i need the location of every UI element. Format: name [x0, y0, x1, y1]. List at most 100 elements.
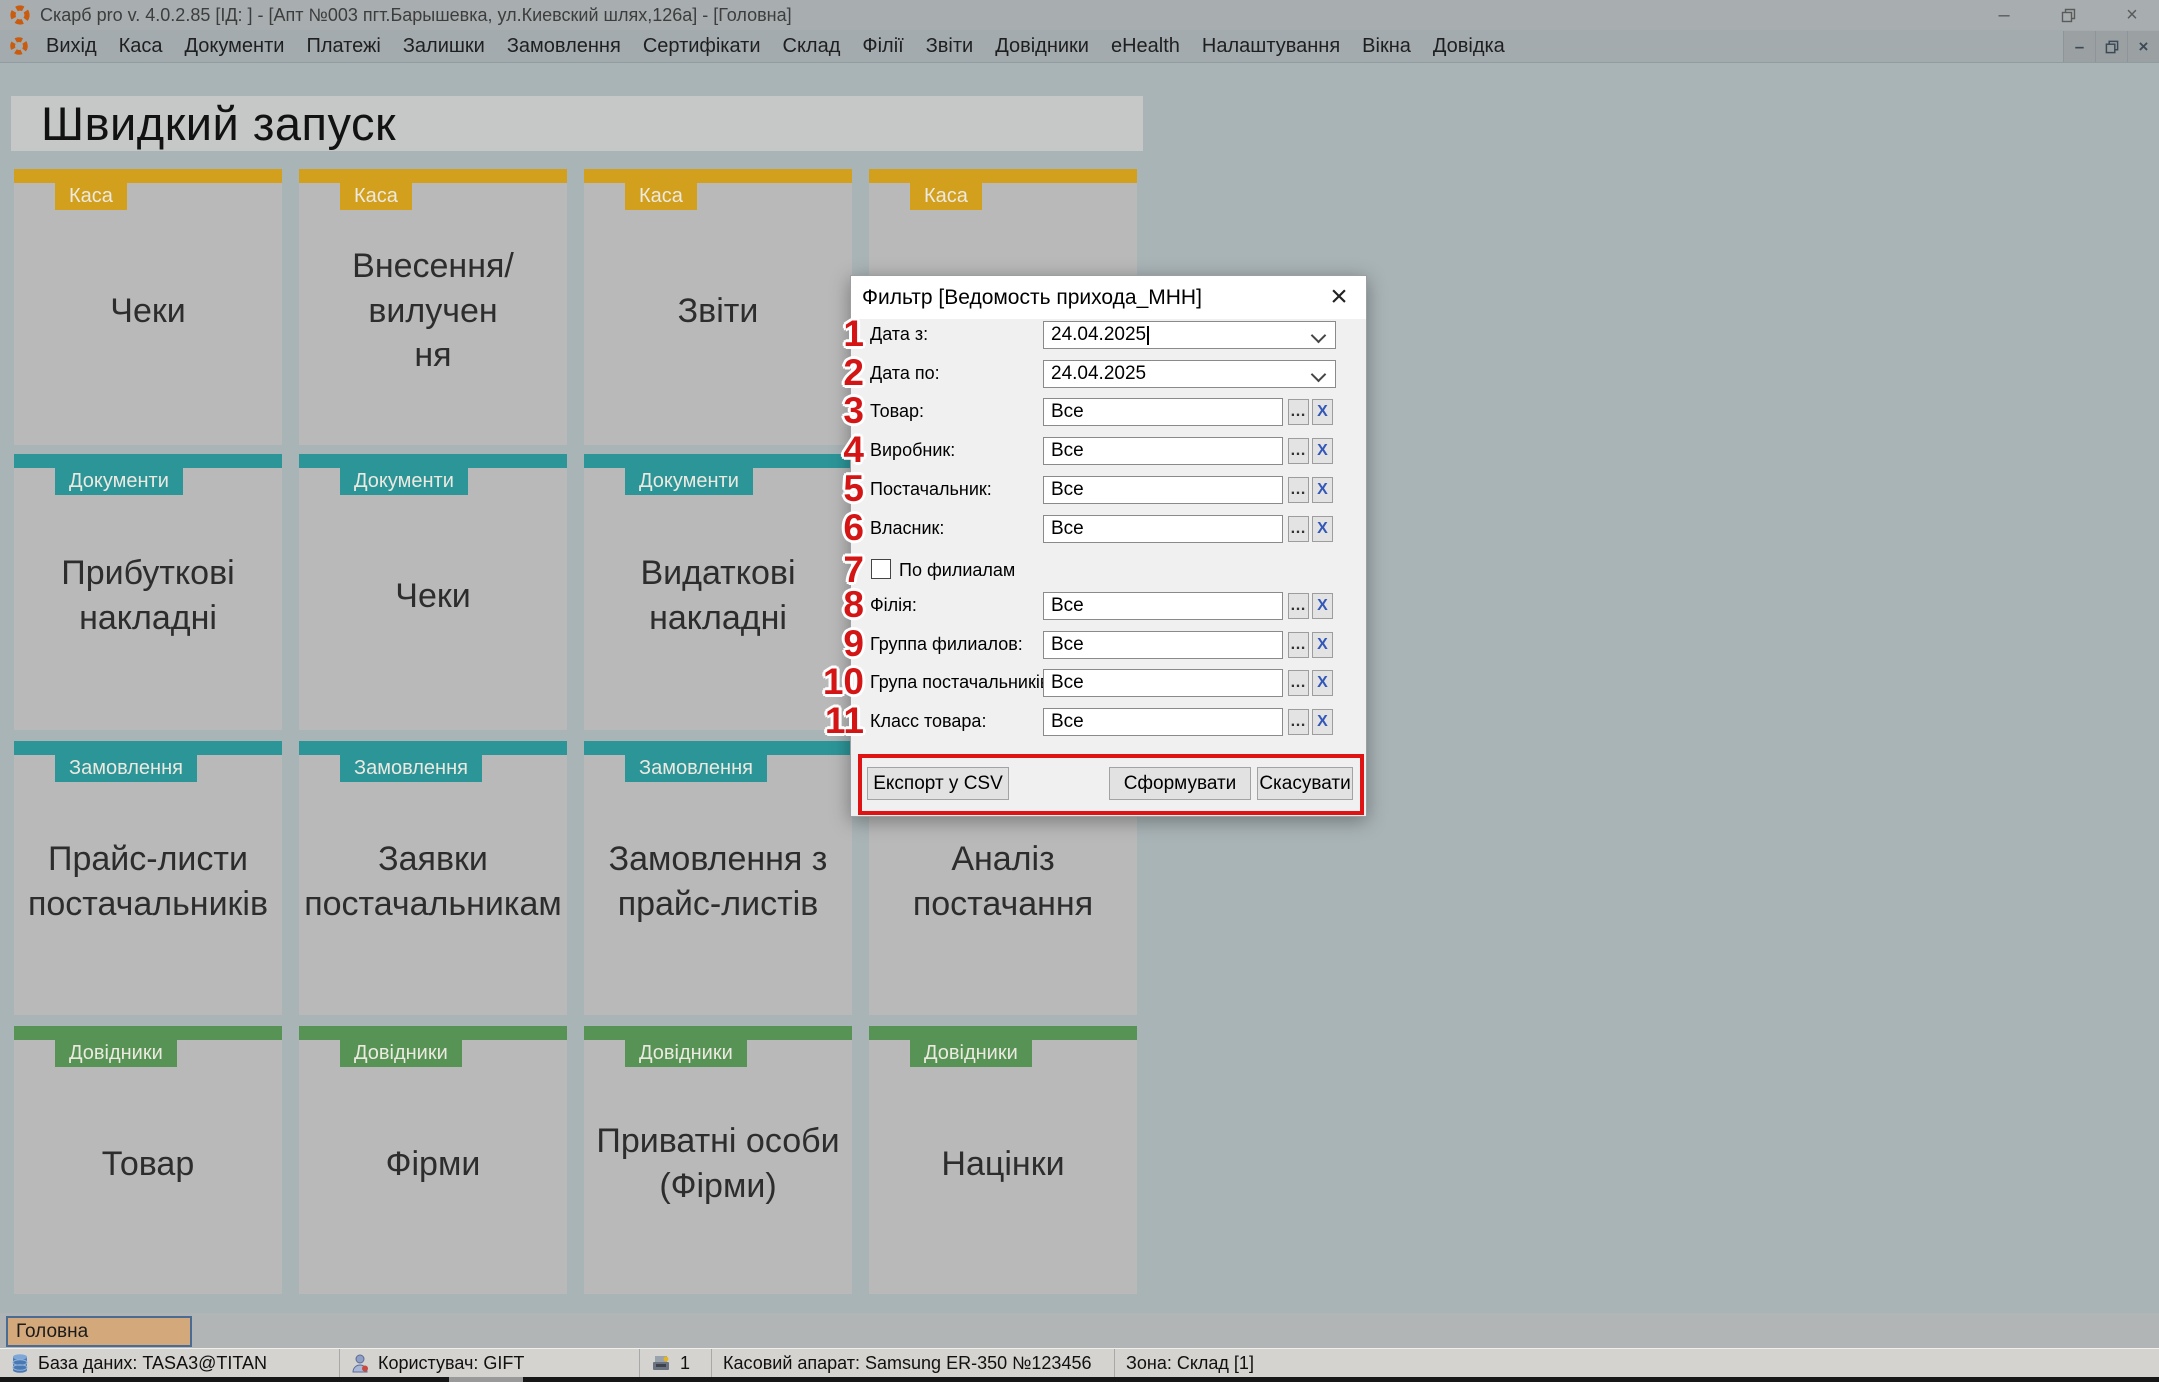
annotation-number-10: 10: [823, 661, 864, 703]
ellipsis-button[interactable]: …: [1288, 477, 1309, 503]
page-header: Швидкий запуск: [11, 96, 1143, 151]
tile-r1-c1[interactable]: КасаЧеки: [14, 169, 282, 445]
status-user: Користувач: GIFT: [340, 1349, 640, 1377]
annotation-number-1: 1: [843, 313, 864, 355]
field-label-10: Група постачальників:: [870, 672, 1054, 693]
annotation-number-5: 5: [843, 468, 864, 510]
tile-r3-c1[interactable]: ЗамовленняПрайс-листи постачальників: [14, 741, 282, 1015]
status-terminal-count: 1: [640, 1349, 712, 1377]
combo-value: Все: [1051, 440, 1084, 462]
clear-button[interactable]: X: [1312, 438, 1333, 464]
combo-input-6[interactable]: Все: [1043, 515, 1283, 543]
close-icon[interactable]: ×: [2121, 4, 2143, 26]
ellipsis-button[interactable]: …: [1288, 399, 1309, 425]
date-value: 24.04.2025: [1051, 324, 1146, 346]
status-bar: База даних: TASA3@TITAN Користувач: GIFT 1…: [0, 1348, 2159, 1377]
tile-r3-c3[interactable]: ЗамовленняЗамовлення з прайс-листів: [584, 741, 852, 1015]
combo-input-8[interactable]: Все: [1043, 592, 1283, 620]
menu-item-9[interactable]: Філії: [851, 35, 914, 58]
restore-icon[interactable]: [2057, 4, 2079, 26]
tile-label: Внесення/вилучен ня: [307, 183, 559, 439]
tile-label: Прайс-листи постачальників: [22, 755, 274, 1009]
tile-r1-c2[interactable]: КасаВнесення/вилучен ня: [299, 169, 567, 445]
annotation-number-8: 8: [843, 584, 864, 626]
chevron-down-icon[interactable]: [1311, 367, 1327, 383]
ellipsis-button[interactable]: …: [1288, 632, 1309, 658]
date-input-2[interactable]: 24.04.2025: [1043, 360, 1336, 388]
mdi-restore-icon[interactable]: [2095, 31, 2127, 62]
clear-button[interactable]: X: [1312, 593, 1333, 619]
mdi-minimize-icon[interactable]: –: [2063, 31, 2095, 62]
mdi-window-controls: – ×: [2063, 31, 2159, 62]
clear-button[interactable]: X: [1312, 516, 1333, 542]
combo-input-4[interactable]: Все: [1043, 437, 1283, 465]
tab-label: Головна: [16, 1321, 88, 1343]
ellipsis-button[interactable]: …: [1288, 438, 1309, 464]
clear-button[interactable]: X: [1312, 399, 1333, 425]
field-label-3: Товар:: [870, 401, 924, 422]
menu-item-12[interactable]: eHealth: [1100, 35, 1191, 58]
date-input-1[interactable]: 24.04.2025: [1043, 321, 1336, 349]
tile-r2-c1[interactable]: ДокументиПрибуткові накладні: [14, 454, 282, 730]
menu-items: ВихідКасаДокументиПлатежіЗалишкиЗамовлен…: [35, 35, 1516, 58]
combo-input-3[interactable]: Все: [1043, 398, 1283, 426]
clear-button[interactable]: X: [1312, 632, 1333, 658]
tile-r4-c1[interactable]: ДовідникиТовар: [14, 1026, 282, 1294]
combo-input-10[interactable]: Все: [1043, 669, 1283, 697]
tile-r4-c3[interactable]: ДовідникиПриватні особи (Фірми): [584, 1026, 852, 1294]
status-text: Користувач: GIFT: [378, 1353, 524, 1374]
tile-r2-c3[interactable]: ДокументиВидаткові накладні: [584, 454, 852, 730]
menu-item-11[interactable]: Довідники: [984, 35, 1100, 58]
tile-label: Заявки постачальникам: [307, 755, 559, 1009]
checkbox-label: По филиалам: [899, 560, 1015, 581]
mdi-close-icon[interactable]: ×: [2127, 31, 2159, 62]
tab-holovna[interactable]: Головна: [6, 1316, 192, 1347]
field-label-8: Філія:: [870, 595, 917, 616]
minimize-icon[interactable]: –: [1993, 4, 2015, 26]
combo-input-9[interactable]: Все: [1043, 631, 1283, 659]
ellipsis-button[interactable]: …: [1288, 670, 1309, 696]
tile-category-bar: [299, 741, 567, 755]
menu-item-2[interactable]: Каса: [108, 35, 174, 58]
tab-row: Головна: [0, 1313, 2159, 1348]
tile-r2-c2[interactable]: ДокументиЧеки: [299, 454, 567, 730]
ellipsis-button[interactable]: …: [1288, 593, 1309, 619]
text-caret: [1147, 326, 1149, 345]
clear-button[interactable]: X: [1312, 670, 1333, 696]
combo-input-11[interactable]: Все: [1043, 708, 1283, 736]
tile-r4-c2[interactable]: ДовідникиФірми: [299, 1026, 567, 1294]
status-database: База даних: TASA3@TITAN: [0, 1349, 340, 1377]
tile-r4-c4[interactable]: ДовідникиНацінки: [869, 1026, 1137, 1294]
menu-item-8[interactable]: Склад: [772, 35, 852, 58]
menu-item-3[interactable]: Документи: [174, 35, 296, 58]
ellipsis-button[interactable]: …: [1288, 709, 1309, 735]
menu-item-4[interactable]: Платежі: [295, 35, 391, 58]
menu-item-10[interactable]: Звіти: [915, 35, 984, 58]
menu-item-13[interactable]: Налаштування: [1191, 35, 1351, 58]
menu-item-6[interactable]: Замовлення: [496, 35, 632, 58]
menu-item-15[interactable]: Довідка: [1422, 35, 1516, 58]
tile-r1-c3[interactable]: КасаЗвіти: [584, 169, 852, 445]
tile-category-bar: [869, 1026, 1137, 1040]
tile-label: Чеки: [22, 183, 274, 439]
tile-category-bar: [299, 454, 567, 468]
tile-category-bar: [14, 454, 282, 468]
clear-button[interactable]: X: [1312, 477, 1333, 503]
menu-item-1[interactable]: Вихід: [35, 35, 108, 58]
checkbox-po-filialam[interactable]: [871, 559, 891, 579]
annotation-highlight-box: [858, 754, 1364, 815]
filter-row-11: Класс товара:Все…X: [851, 708, 1366, 736]
annotation-number-4: 4: [843, 429, 864, 471]
combo-input-5[interactable]: Все: [1043, 476, 1283, 504]
combo-value: Все: [1051, 518, 1084, 540]
tile-r3-c2[interactable]: ЗамовленняЗаявки постачальникам: [299, 741, 567, 1015]
menu-item-5[interactable]: Залишки: [392, 35, 496, 58]
ellipsis-button[interactable]: …: [1288, 516, 1309, 542]
menu-item-14[interactable]: Вікна: [1351, 35, 1422, 58]
dialog-close-icon[interactable]: ×: [1322, 281, 1356, 313]
clear-button[interactable]: X: [1312, 709, 1333, 735]
menu-item-7[interactable]: Сертифікати: [632, 35, 772, 58]
combo-value: Все: [1051, 634, 1084, 656]
dialog-title-bar[interactable]: Фильтр [Ведомость прихода_МНН] ×: [851, 276, 1366, 319]
chevron-down-icon[interactable]: [1311, 328, 1327, 344]
